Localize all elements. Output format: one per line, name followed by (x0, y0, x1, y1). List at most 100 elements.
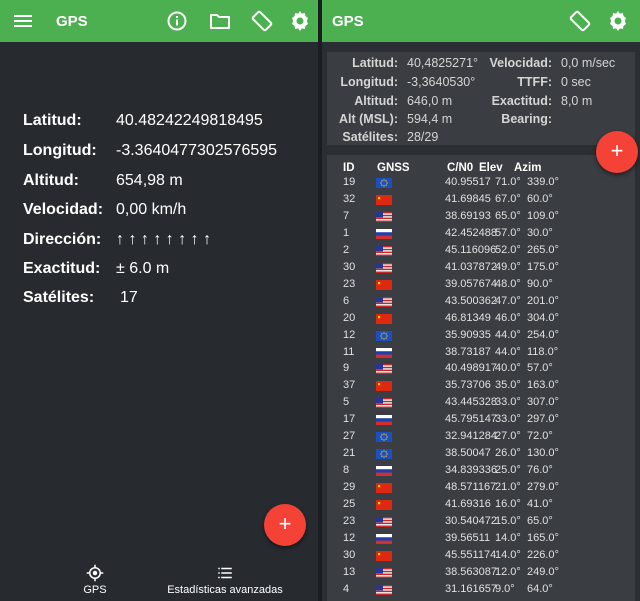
sat-elev: 57.0° (495, 226, 521, 239)
sat-azim: 72.0° (527, 430, 553, 443)
sat-azim: 163.0° (527, 379, 559, 392)
sat-cn0: 38.73187 (445, 345, 491, 358)
sat-cn0: 30.540472 (445, 515, 497, 527)
satellite-row: 19 40.95517 71.0° 339.0° (327, 175, 635, 192)
satellite-row: 7 38.69193 65.0° 109.0° (327, 209, 635, 226)
add-fab-button-right[interactable]: + (596, 131, 638, 173)
summary-label: Alt (MSL): (338, 112, 398, 126)
satellite-row: 17 45.795147 33.0° 297.0° (327, 412, 635, 429)
sat-id: 6 (343, 294, 350, 307)
eu-flag-icon (376, 432, 392, 443)
info-row: Longitud: -3.3640477302576595 (23, 142, 313, 164)
info-row-label: Satélites: (23, 289, 95, 306)
summary-value: 40,4825271° (407, 56, 479, 70)
info-row-value: 17 (120, 289, 138, 306)
app-bar-right: GPS (322, 0, 640, 42)
hamburger-menu-icon[interactable] (11, 9, 35, 33)
sat-id: 8 (343, 464, 350, 477)
info-row-value: 0,00 km/h (116, 201, 187, 218)
satellite-row: 5 43.445328 33.0° 307.0° (327, 395, 635, 412)
china-flag-icon (376, 313, 392, 324)
russia-flag-icon (376, 228, 392, 239)
satellite-row: 30 45.551174 14.0° 226.0° (327, 548, 635, 565)
sat-cn0: 39.057674 (445, 277, 497, 290)
us-flag-icon (376, 211, 392, 222)
sat-azim: 76.0° (527, 464, 553, 477)
satellite-row: 12 35.90935 44.0° 254.0° (327, 328, 635, 345)
sat-elev: 65.0° (495, 209, 521, 222)
russia-flag-icon (376, 533, 392, 544)
sat-elev: 12.0° (495, 565, 521, 578)
sat-id: 29 (343, 481, 356, 494)
info-icon[interactable] (165, 9, 189, 33)
sat-cn0: 40.95517 (445, 176, 491, 188)
sat-azim: 57.0° (527, 362, 553, 375)
list-icon (218, 567, 232, 579)
sat-cn0: 39.56511 (445, 531, 491, 544)
sat-id: 5 (343, 396, 350, 409)
sat-elev: 16.0° (495, 498, 521, 511)
sat-elev: 52.0° (495, 243, 521, 256)
folder-icon[interactable] (208, 9, 232, 33)
sat-cn0: 43.500362 (445, 294, 497, 307)
sat-id: 21 (343, 447, 356, 460)
sat-id: 17 (343, 413, 356, 426)
add-fab-button[interactable]: + (264, 504, 306, 546)
china-flag-icon (376, 381, 392, 392)
gps-main-pane: GPS Latitud: 40.48242249818495 Longitud: -3… (0, 0, 318, 601)
screen-rotation-icon[interactable] (568, 9, 592, 33)
summary-value: 8,0 m (561, 94, 593, 108)
sat-id: 4 (343, 582, 350, 595)
satellite-row: 9 40.498917 40.0° 57.0° (327, 361, 635, 378)
sat-elev: 9.0° (495, 582, 515, 595)
sat-azim: 279.0° (527, 481, 559, 494)
sat-id: 32 (343, 192, 356, 205)
sat-cn0: 32.941284 (445, 430, 497, 443)
sat-azim: 265.0° (527, 243, 559, 256)
nav-tab-advanced-stats[interactable]: Estadísticas avanzadas (165, 560, 285, 601)
satellite-row: 2 45.116096 52.0° 265.0° (327, 243, 635, 260)
summary-value: 0,0 m/sec (561, 56, 616, 70)
china-flag-icon (376, 483, 392, 494)
sat-elev: 27.0° (495, 430, 521, 443)
info-row-label: Dirección: (23, 231, 102, 248)
sat-id: 12 (343, 531, 356, 544)
nav-tab-gps[interactable]: GPS (55, 560, 135, 601)
summary-label: Latitud: (352, 56, 398, 70)
sat-azim: 339.0° (527, 176, 559, 188)
sat-elev: 44.0° (495, 328, 521, 341)
sat-elev: 21.0° (495, 481, 521, 494)
satellite-row: 1 42.452488 57.0° 30.0° (327, 226, 635, 243)
sat-id: 23 (343, 515, 356, 527)
info-row: Latitud: 40.48242249818495 (23, 112, 313, 134)
sat-id: 20 (343, 311, 356, 324)
sat-azim: 130.0° (527, 447, 559, 460)
satellite-row: 32 41.69845 67.0° 60.0° (327, 192, 635, 209)
sat-id: 27 (343, 430, 356, 443)
us-flag-icon (376, 584, 392, 595)
eu-flag-icon (376, 178, 392, 188)
sat-azim: 254.0° (527, 328, 559, 341)
nav-label-gps: GPS (83, 584, 107, 596)
settings-gear-icon[interactable] (288, 9, 312, 33)
sat-id: 1 (343, 226, 350, 239)
sat-azim: 64.0° (527, 582, 553, 595)
col-header-cn0: C/N0 (447, 162, 474, 174)
sat-cn0: 41.69845 (445, 192, 491, 205)
info-row: Altitud: 654,98 m (23, 172, 313, 194)
sat-cn0: 43.445328 (445, 396, 497, 409)
satellite-row: 12 39.56511 14.0° 165.0° (327, 531, 635, 548)
app-root: GPS Latitud: 40.48242249818495 Longitud: -3… (0, 0, 640, 601)
satellite-row: 8 34.839336 25.0° 76.0° (327, 463, 635, 480)
summary-label: Velocidad: (489, 56, 552, 70)
info-row-label: Velocidad: (23, 201, 104, 218)
col-header-azim: Azim (514, 162, 542, 174)
sat-elev: 25.0° (495, 464, 521, 477)
sat-azim: 41.0° (527, 498, 553, 511)
settings-gear-icon[interactable] (606, 9, 630, 33)
satellite-row: 4 31.161657 9.0° 64.0° (327, 582, 635, 599)
summary-label: Bearing: (501, 112, 552, 126)
app-bar-left: GPS (0, 0, 318, 42)
info-row: Dirección: ↑ ↑ ↑ ↑ ↑ ↑ ↑ ↑ (23, 231, 313, 253)
screen-rotation-icon[interactable] (250, 9, 274, 33)
